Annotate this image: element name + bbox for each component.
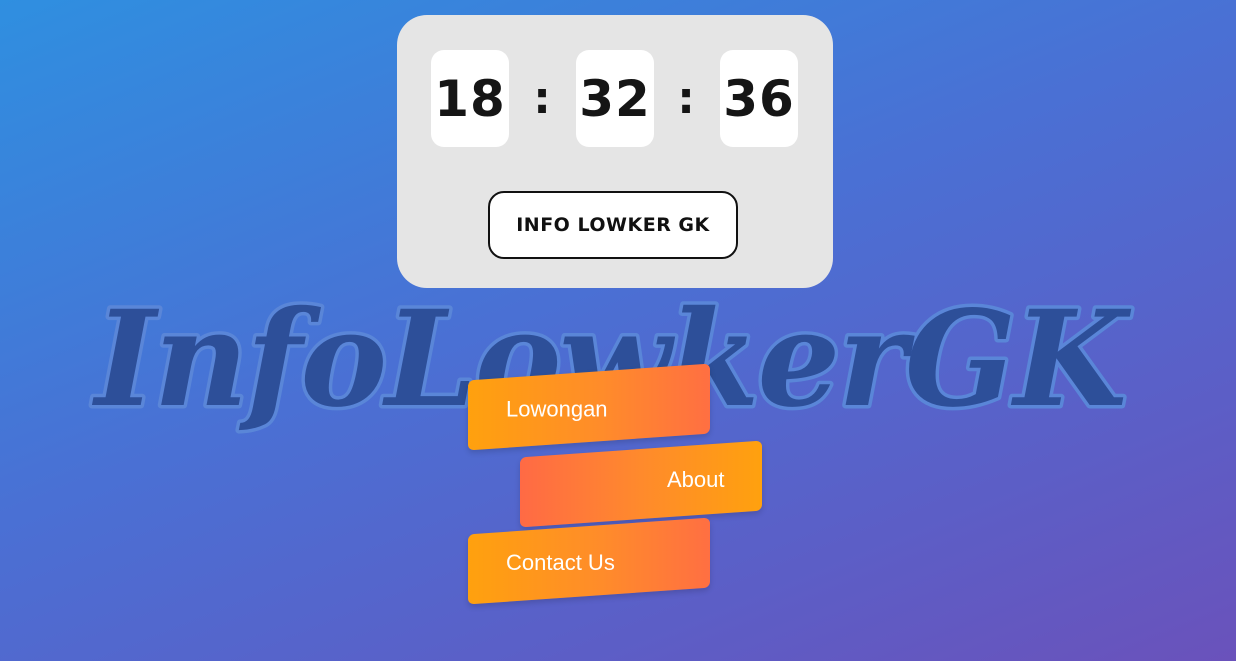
menu-item-label: Contact Us [506,549,615,575]
clock-separator: : [533,73,551,124]
menu-item-contact-us[interactable]: Contact Us [468,517,710,605]
clock-hours: 18 [431,50,509,147]
menu-item-label: Lowongan [506,396,608,422]
clock-card: 18 : 32 : 36 INFO LOWKER GK [397,15,833,288]
menu-item-label: About [666,467,725,493]
clock-minutes: 32 [576,50,654,147]
clock-seconds: 36 [720,50,798,147]
clock-separator: : [677,73,695,124]
info-lowker-button[interactable]: INFO LOWKER GK [488,191,738,259]
